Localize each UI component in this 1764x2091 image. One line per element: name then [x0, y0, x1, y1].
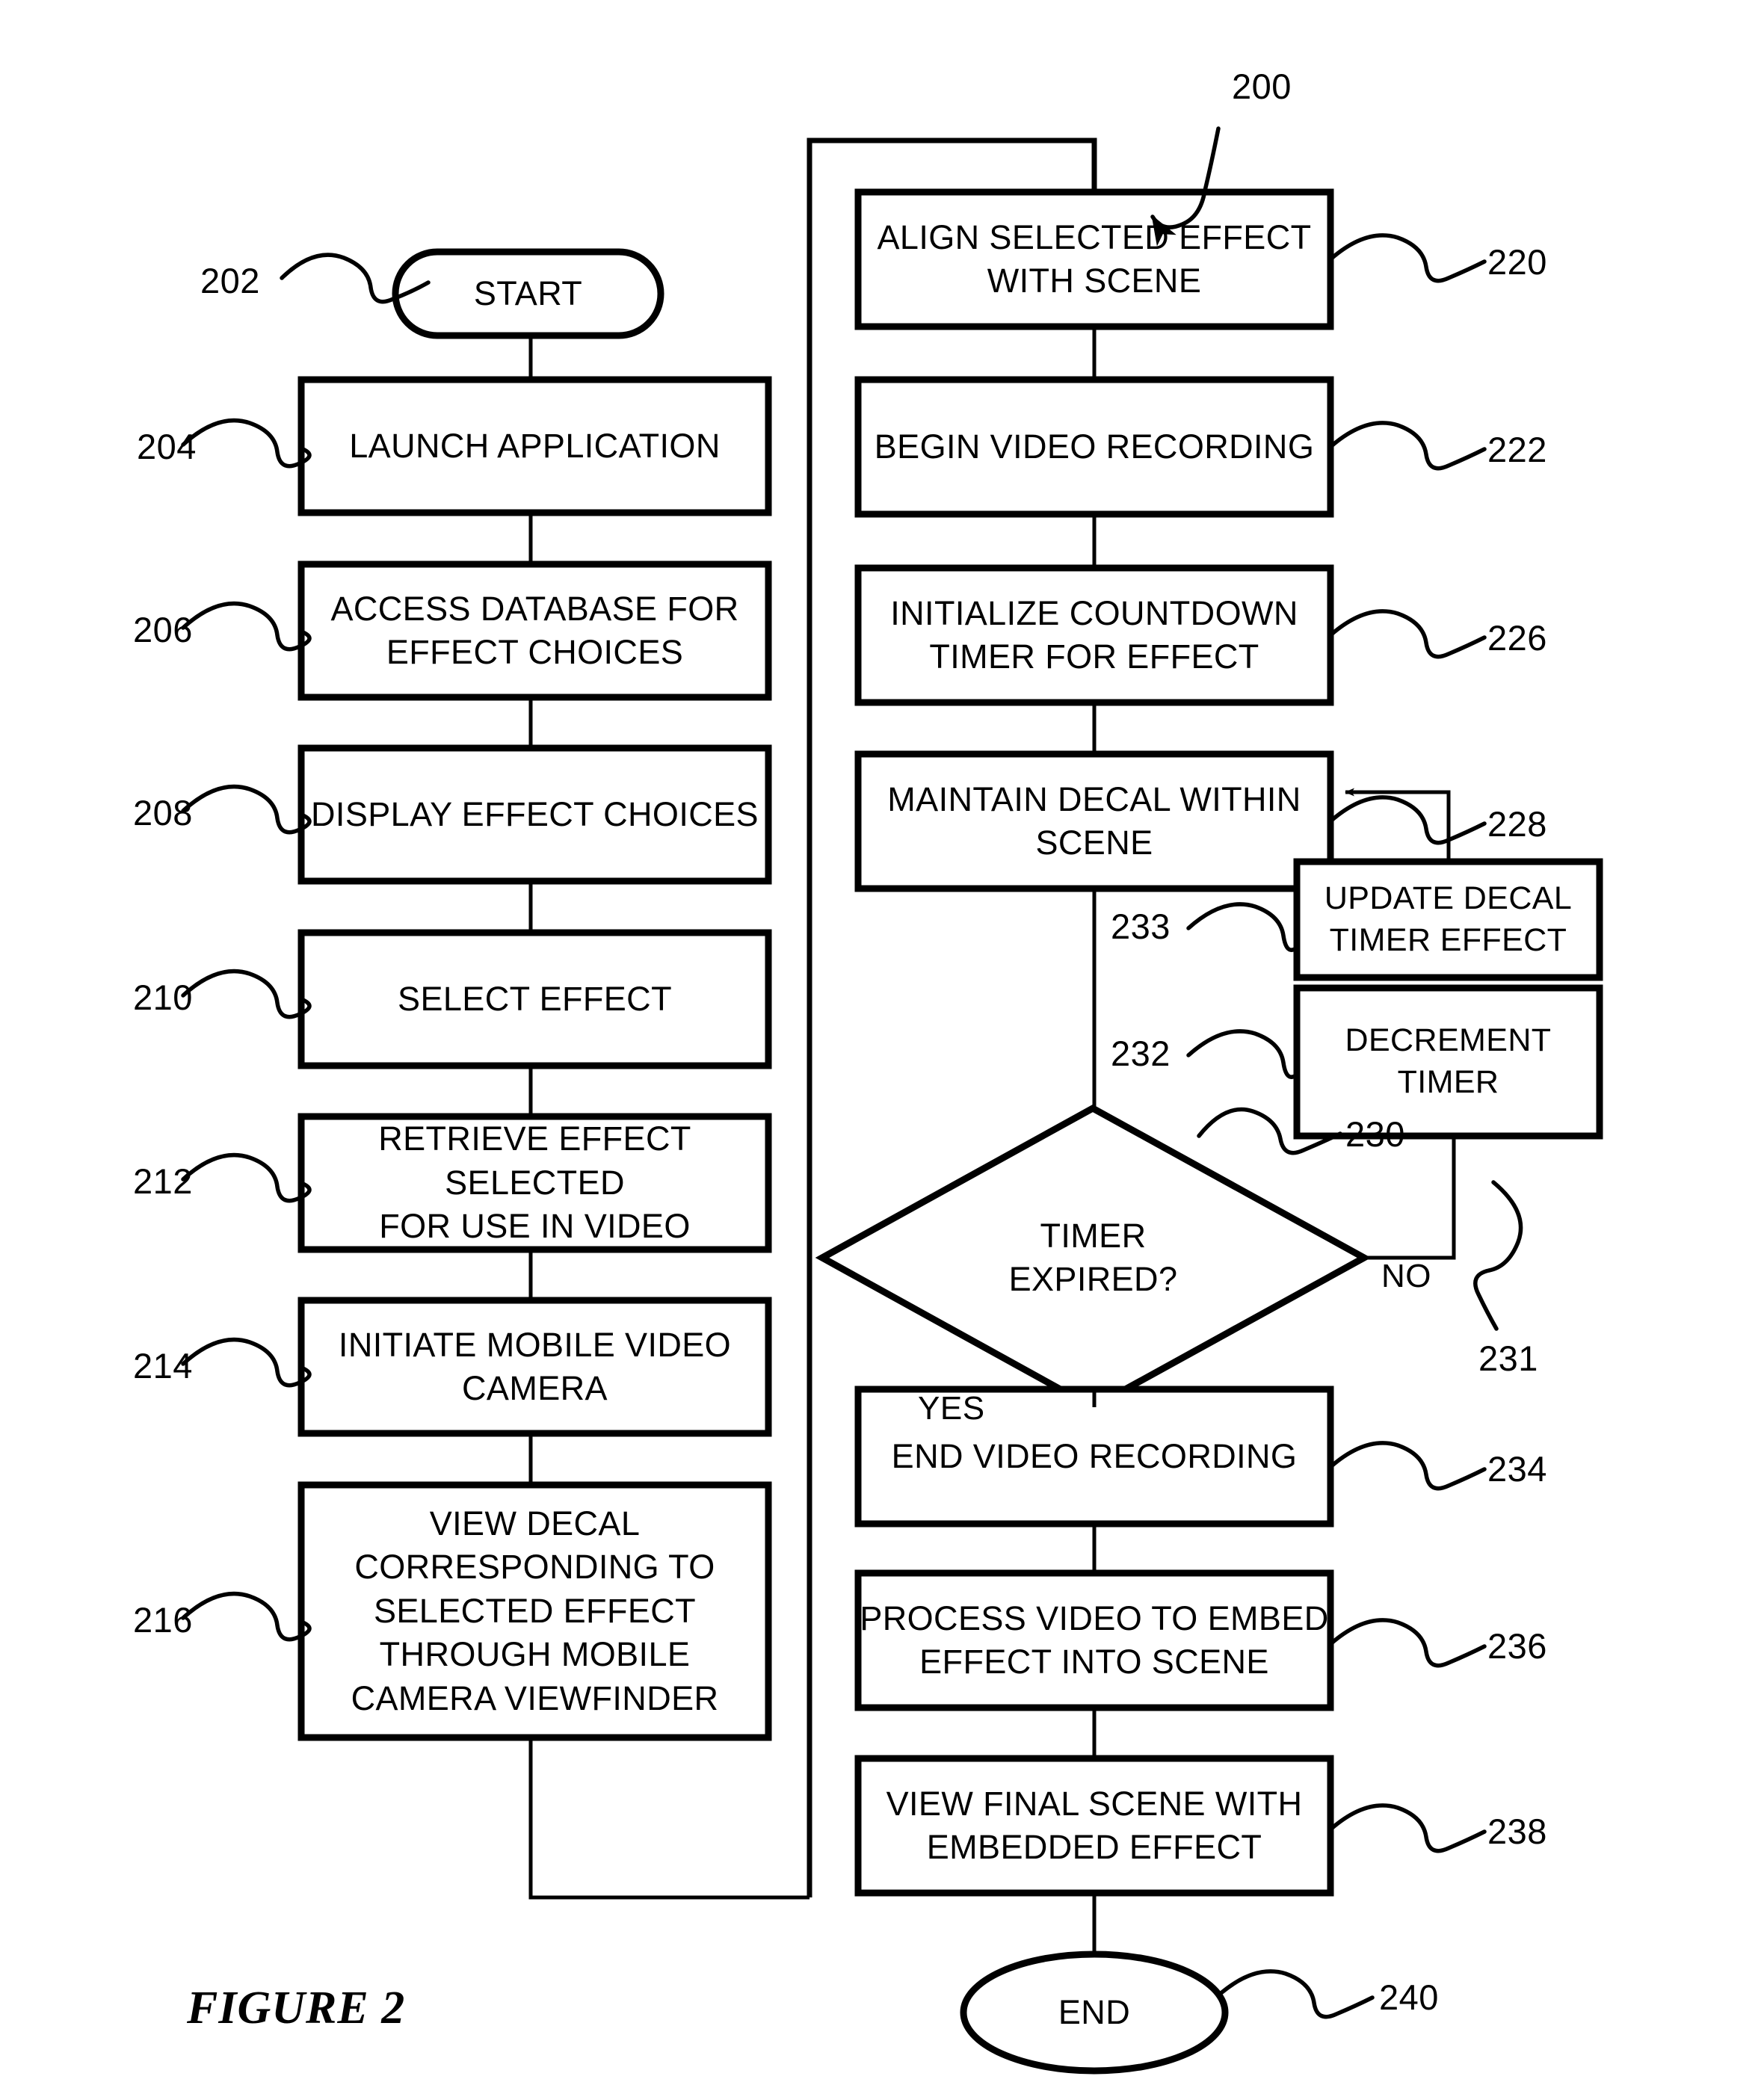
- box-236-label: PROCESS VIDEO TO EMBED EFFECT INTO SCENE: [858, 1573, 1330, 1708]
- box-238-line1: VIEW FINAL SCENE WITH: [886, 1784, 1303, 1823]
- ref-212: 212: [133, 1161, 193, 1201]
- leader-212: [181, 1152, 312, 1203]
- leader-236: [1328, 1618, 1487, 1668]
- box-210-label: SELECT EFFECT: [301, 933, 768, 1066]
- leader-220: [1328, 233, 1487, 283]
- ref-240: 240: [1379, 1977, 1439, 2017]
- ref-226: 226: [1487, 618, 1547, 658]
- box-233-line2: TIMER EFFECT: [1329, 921, 1567, 958]
- ref-234: 234: [1487, 1449, 1547, 1489]
- box-216-line1: VIEW DECAL: [429, 1504, 641, 1542]
- box-204-line1: LAUNCH APPLICATION: [349, 426, 721, 465]
- box-212-line1: RETRIEVE EFFECT SELECTED: [378, 1119, 691, 1202]
- ref-238: 238: [1487, 1812, 1547, 1851]
- leader-232: [1186, 1029, 1299, 1079]
- ref-202: 202: [200, 261, 260, 300]
- box-216-line2: CORRESPONDING TO: [354, 1548, 715, 1587]
- leader-222: [1328, 421, 1487, 471]
- ref-230: 230: [1345, 1114, 1405, 1154]
- box-234-label: END VIDEO RECORDING: [858, 1389, 1330, 1524]
- box-232-line2: TIMER: [1397, 1064, 1499, 1100]
- ref-228: 228: [1487, 804, 1547, 844]
- box-236-line2: EFFECT INTO SCENE: [919, 1643, 1269, 1681]
- decision-line1: TIMER: [1040, 1216, 1147, 1255]
- leader-240: [1216, 1969, 1375, 2019]
- box-208-label: DISPLAY EFFECT CHOICES: [301, 748, 768, 881]
- box-214-line1: INITIATE MOBILE VIDEO: [338, 1325, 732, 1364]
- connector-216-return-to-right-column: [528, 1738, 809, 1900]
- box-228-line2: SCENE: [1035, 824, 1153, 862]
- box-204-label: LAUNCH APPLICATION: [301, 380, 768, 513]
- box-238-label: VIEW FINAL SCENE WITH EMBEDDED EFFECT: [858, 1758, 1330, 1893]
- box-226-label: INITIALIZE COUNTDOWN TIMER FOR EFFECT: [858, 568, 1330, 702]
- box-206-label: ACCESS DATABASE FOR EFFECT CHOICES: [301, 564, 768, 697]
- terminator-end-label: END: [963, 1954, 1225, 2071]
- decision-230-label: TIMER EXPIRED?: [897, 1190, 1289, 1325]
- ref-232: 232: [1111, 1034, 1171, 1073]
- terminator-start-label: START: [395, 252, 661, 336]
- ref-208: 208: [133, 793, 193, 833]
- box-228-label: MAINTAIN DECAL WITHIN SCENE: [858, 754, 1330, 889]
- ref-216: 216: [133, 1600, 193, 1640]
- leader-238: [1328, 1803, 1487, 1853]
- box-214-line2: CAMERA: [462, 1369, 608, 1407]
- box-220-line2: WITH SCENE: [987, 262, 1202, 300]
- leader-210: [181, 969, 312, 1019]
- box-232-line1: DECREMENT: [1345, 1022, 1552, 1059]
- box-206-line1: ACCESS DATABASE FOR: [330, 589, 739, 628]
- leader-231: [1473, 1180, 1523, 1331]
- box-228-line1: MAINTAIN DECAL WITHIN: [887, 779, 1301, 818]
- ref-231: 231: [1478, 1338, 1538, 1378]
- box-210-line1: SELECT EFFECT: [398, 979, 672, 1018]
- box-220-line1: ALIGN SELECTED EFFECT: [877, 217, 1312, 256]
- ref-210: 210: [133, 977, 193, 1017]
- box-233-label: UPDATE DECAL TIMER EFFECT: [1297, 862, 1600, 977]
- box-232-label: DECREMENT TIMER: [1297, 988, 1600, 1136]
- ref-220: 220: [1487, 242, 1547, 282]
- start-text: START: [473, 274, 583, 312]
- leader-228: [1328, 795, 1487, 845]
- patent-figure-sheet: START 202 LAUNCH APPLICATION 204 ACCESS …: [0, 0, 1764, 2091]
- figure-caption: FIGURE 2: [187, 1983, 406, 2033]
- box-233-line1: UPDATE DECAL: [1324, 880, 1573, 916]
- box-220-label: ALIGN SELECTED EFFECT WITH SCENE: [858, 192, 1330, 327]
- ref-236: 236: [1487, 1626, 1547, 1666]
- box-208-line1: DISPLAY EFFECT CHOICES: [311, 794, 759, 833]
- leader-234: [1328, 1441, 1487, 1491]
- box-216-line4: THROUGH MOBILE: [379, 1635, 691, 1674]
- box-234-line1: END VIDEO RECORDING: [891, 1436, 1298, 1475]
- box-216-line5: CAMERA VIEWFINDER: [351, 1678, 719, 1717]
- box-226-line1: INITIALIZE COUNTDOWN: [890, 593, 1298, 632]
- box-216-label: VIEW DECAL CORRESPONDING TO SELECTED EFF…: [301, 1485, 768, 1738]
- leader-206: [181, 601, 312, 652]
- leader-233: [1186, 902, 1299, 952]
- leader-208: [181, 784, 312, 835]
- decision-line2: EXPIRED?: [1008, 1260, 1178, 1298]
- leader-226: [1328, 609, 1487, 659]
- ref-214: 214: [133, 1346, 193, 1386]
- ref-204: 204: [137, 427, 197, 466]
- end-text: END: [1058, 1992, 1131, 2031]
- box-214-label: INITIATE MOBILE VIDEO CAMERA: [301, 1300, 768, 1433]
- ref-206: 206: [133, 610, 193, 649]
- ref-222: 222: [1487, 430, 1547, 469]
- box-226-line2: TIMER FOR EFFECT: [929, 637, 1259, 676]
- ref-200: 200: [1232, 67, 1292, 106]
- box-236-line1: PROCESS VIDEO TO EMBED: [860, 1599, 1329, 1637]
- leader-216: [181, 1591, 312, 1642]
- ref-233: 233: [1111, 906, 1171, 946]
- box-212-label: RETRIEVE EFFECT SELECTED FOR USE IN VIDE…: [301, 1116, 768, 1250]
- decision-no-label: NO: [1381, 1258, 1431, 1294]
- leader-204: [181, 418, 312, 469]
- leader-214: [181, 1337, 312, 1388]
- box-222-label: BEGIN VIDEO RECORDING: [858, 380, 1330, 514]
- box-212-line2: FOR USE IN VIDEO: [379, 1207, 691, 1246]
- box-206-line2: EFFECT CHOICES: [386, 633, 684, 671]
- box-216-line3: SELECTED EFFECT: [373, 1591, 697, 1630]
- box-238-line2: EMBEDDED EFFECT: [926, 1828, 1262, 1866]
- box-222-line1: BEGIN VIDEO RECORDING: [874, 427, 1315, 466]
